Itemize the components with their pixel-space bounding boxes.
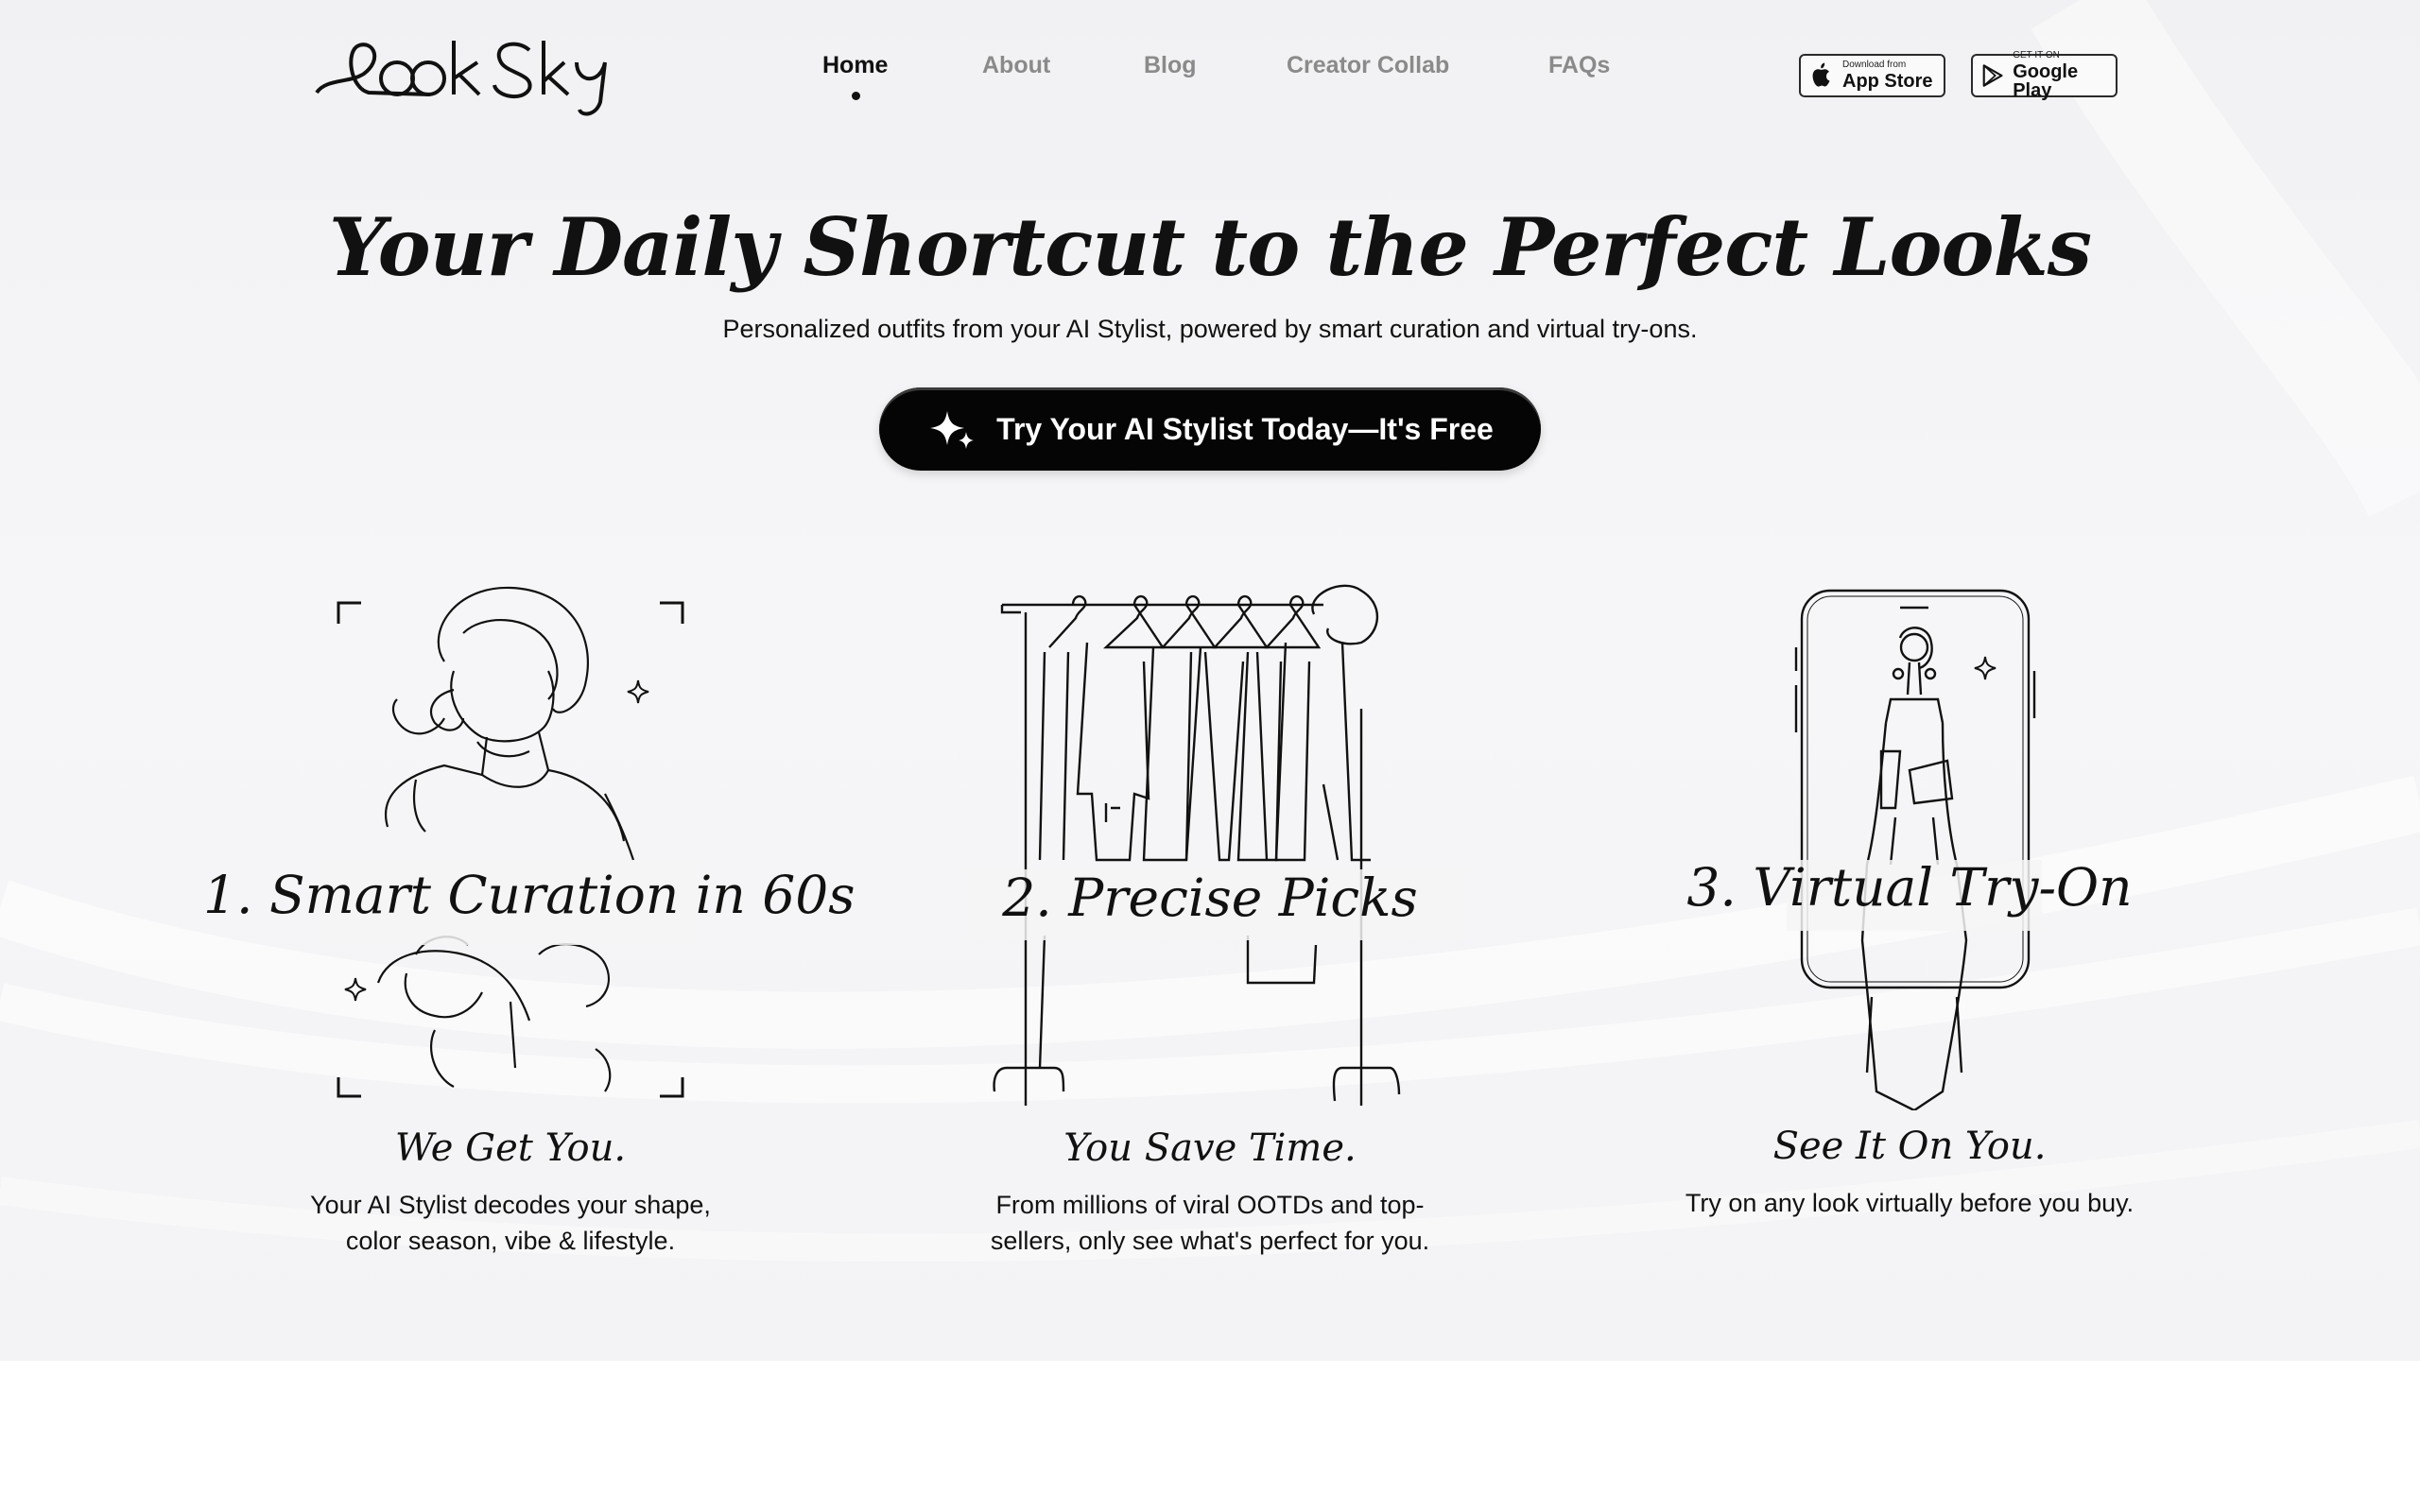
step-3-description: Try on any look virtually before you buy… bbox=[1645, 1185, 2174, 1221]
app-store-small-label: Download from bbox=[1842, 60, 1907, 70]
step-2-description: From millions of viral OOTDs and top- se… bbox=[955, 1187, 1465, 1259]
apple-icon bbox=[1812, 62, 1830, 87]
nav-faqs[interactable]: FAQs bbox=[1548, 52, 1610, 79]
nav-home-label: Home bbox=[822, 52, 889, 78]
step-3-desc-line-1: Try on any look virtually before you buy… bbox=[1685, 1189, 2135, 1217]
google-play-icon bbox=[1982, 64, 2003, 87]
step-1-desc-line-2: color season, vibe & lifestyle. bbox=[345, 1227, 676, 1255]
nav-about[interactable]: About bbox=[982, 52, 1050, 79]
step-2-illustration bbox=[964, 584, 1465, 1106]
looksky-logo[interactable] bbox=[307, 26, 619, 121]
nav-blog[interactable]: Blog bbox=[1144, 52, 1197, 79]
google-play-big-label: Google Play bbox=[2013, 61, 2079, 101]
step-3-title: 3. Virtual Try-On bbox=[1686, 857, 2133, 918]
hero-subtitle: Personalized outfits from your AI Stylis… bbox=[722, 315, 1698, 343]
app-store-badge[interactable]: Download from App Store bbox=[1799, 54, 1945, 97]
step-2-desc-line-2: sellers, only see what's perfect for you… bbox=[990, 1227, 1430, 1255]
step-1-title: 1. Smart Curation in 60s bbox=[203, 865, 856, 925]
step-3-subtitle: See It On You. bbox=[1772, 1125, 2047, 1168]
sparkles-icon bbox=[930, 411, 975, 449]
step-2-subtitle: You Save Time. bbox=[1063, 1126, 1357, 1170]
step-2-title: 2. Precise Picks bbox=[1002, 868, 1418, 928]
app-store-big-label: App Store bbox=[1842, 71, 1933, 92]
google-play-text: GET IT ON Google Play bbox=[2013, 50, 2106, 101]
nav-creator-collab[interactable]: Creator Collab bbox=[1287, 52, 1449, 79]
step-1-subtitle: We Get You. bbox=[394, 1126, 627, 1170]
google-play-small-label: GET IT ON bbox=[2013, 50, 2060, 60]
hero-section: Home About Blog Creator Collab FAQs Down… bbox=[0, 0, 2420, 1361]
cta-label: Try Your AI Stylist Today—It's Free bbox=[996, 411, 1494, 446]
step-3-illustration bbox=[1787, 589, 2042, 1110]
hero-title: Your Daily Shortcut to the Perfect Looks bbox=[328, 200, 2092, 294]
step-2-desc-line-1: From millions of viral OOTDs and top- bbox=[995, 1191, 1425, 1219]
nav-home[interactable]: Home bbox=[822, 52, 889, 100]
step-1-illustration bbox=[321, 586, 700, 1098]
try-ai-stylist-button[interactable]: Try Your AI Stylist Today—It's Free bbox=[879, 387, 1541, 471]
google-play-badge[interactable]: GET IT ON Google Play bbox=[1971, 50, 2118, 101]
step-1-desc-line-1: Your AI Stylist decodes your shape, bbox=[310, 1191, 711, 1219]
step-1-description: Your AI Stylist decodes your shape, colo… bbox=[274, 1187, 747, 1259]
nav-active-dot bbox=[851, 92, 860, 100]
app-store-text: Download from App Store bbox=[1842, 60, 1933, 92]
